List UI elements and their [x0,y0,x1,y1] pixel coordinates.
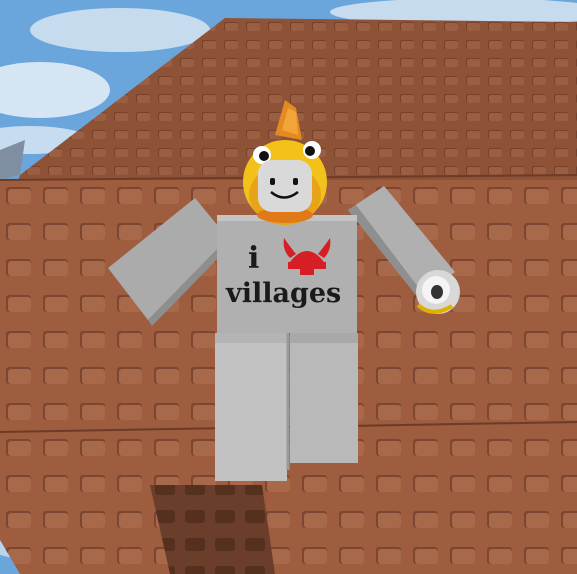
avatar-torso [217,215,357,333]
shirt-text-i: i [248,241,260,276]
avatar-right-leg [290,333,358,463]
game-viewport: i villages [0,0,577,574]
shadow-block [150,485,275,574]
avatar-left-leg [215,333,287,481]
held-item [416,270,460,314]
avatar-head [258,160,312,212]
shirt-text-villages: villages [226,278,342,309]
